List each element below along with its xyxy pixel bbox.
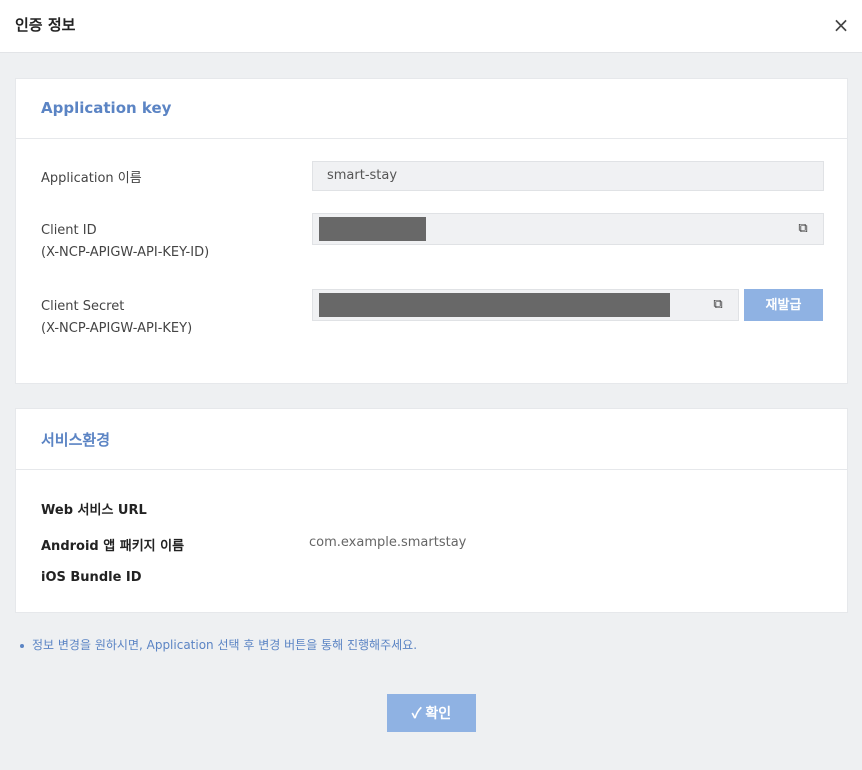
dialog-header: 인증 정보 × xyxy=(0,0,862,53)
confirm-label: 확인 xyxy=(425,705,452,721)
client-secret-label: Client Secret (X-NCP-APIGW-API-KEY) xyxy=(41,296,192,340)
android-package-value: com.example.smartstay xyxy=(309,535,467,550)
client-id-label-line1: Client ID xyxy=(41,223,97,238)
check-icon: ✓ xyxy=(411,705,422,721)
close-icon[interactable]: × xyxy=(828,12,854,38)
client-secret-label-line1: Client Secret xyxy=(41,299,125,314)
app-name-field: smart-stay xyxy=(312,161,824,191)
copy-icon[interactable]: ⧉ xyxy=(794,220,812,238)
app-name-label: Application 이름 xyxy=(41,171,142,186)
divider xyxy=(16,469,847,470)
service-environment-title: 서비스환경 xyxy=(41,431,111,449)
web-service-url-label: Web 서비스 URL xyxy=(41,503,147,518)
client-id-label: Client ID (X-NCP-APIGW-API-KEY-ID) xyxy=(41,220,209,264)
client-secret-label-line2: (X-NCP-APIGW-API-KEY) xyxy=(41,321,193,336)
client-id-label-line2: (X-NCP-APIGW-API-KEY-ID) xyxy=(41,245,210,260)
client-id-field: ⧉ xyxy=(312,213,824,245)
service-environment-card: 서비스환경 Web 서비스 URL Android 앱 패키지 이름 com.e… xyxy=(15,408,848,613)
application-key-card: Application key Application 이름 smart-sta… xyxy=(15,78,848,384)
client-secret-field: ⧉ xyxy=(312,289,739,321)
reissue-button[interactable]: 재발급 xyxy=(744,289,823,321)
bullet-icon xyxy=(20,643,24,648)
info-note-text: 정보 변경을 원하시면, Application 선택 후 변경 버튼을 통해 … xyxy=(32,638,418,652)
confirm-button[interactable]: ✓ 확인 xyxy=(387,694,476,732)
android-package-label: Android 앱 패키지 이름 xyxy=(41,539,185,554)
info-note: 정보 변경을 원하시면, Application 선택 후 변경 버튼을 통해 … xyxy=(20,636,417,653)
copy-icon[interactable]: ⧉ xyxy=(709,296,727,314)
application-key-title: Application key xyxy=(41,99,172,117)
client-secret-masked-value xyxy=(319,293,670,317)
dialog-title: 인증 정보 xyxy=(15,16,76,34)
client-id-masked-value xyxy=(319,217,426,241)
divider xyxy=(16,138,847,139)
app-name-value: smart-stay xyxy=(327,168,398,183)
ios-bundle-id-label: iOS Bundle ID xyxy=(41,570,142,585)
